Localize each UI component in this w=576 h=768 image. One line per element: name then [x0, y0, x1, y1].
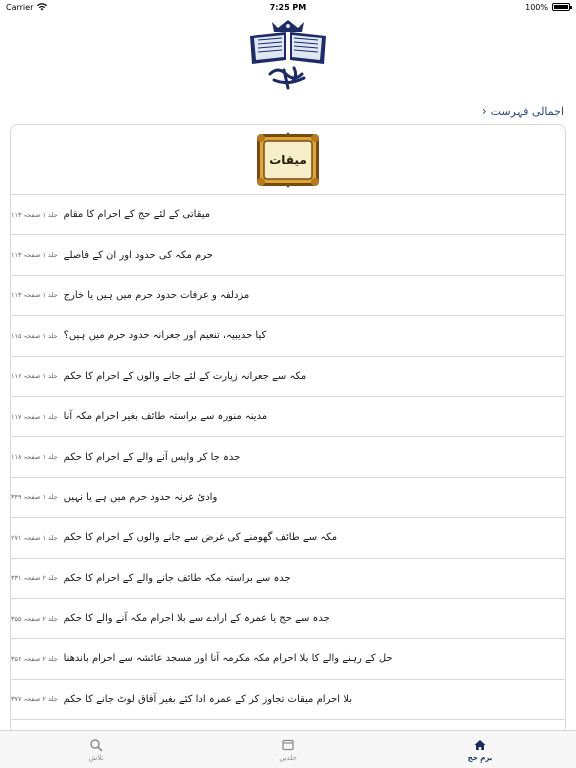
list-item[interactable]: جدہ جا کر واپس آنے والے کے احرام کا حکم ج…: [11, 437, 565, 478]
item-ref: جلد ۱ صفحہ ۱۱۳: [11, 210, 58, 219]
list-item[interactable]: مکہ سے طائف گھومنے کی غرض سے جانے والوں …: [11, 518, 565, 559]
breadcrumb[interactable]: اجمالی فہرست ‹: [482, 104, 564, 118]
content-card: میقات میقاتی کے لئے حج کے احرام کا مقام ج…: [10, 124, 566, 734]
tab-label: جلدیں: [279, 753, 297, 762]
item-ref: جلد ۱ صفحہ ۳۴۹: [11, 493, 58, 502]
carrier-label: Carrier: [6, 2, 34, 12]
home-icon: [474, 739, 486, 750]
item-ref: جلد ۲ صفحہ ۳۷۷: [11, 695, 58, 704]
app-logo: [250, 20, 326, 90]
battery-icon: [552, 3, 572, 11]
item-ref: جلد ۱ صفحہ ۱۱۵: [11, 331, 58, 340]
item-ref: جلد ۲ صفحہ ۳۳۱: [11, 574, 58, 583]
item-title: کیا حدیبیہ، تنعیم اور جعرانہ حدود حرم می…: [63, 330, 267, 342]
list-item[interactable]: وادیٔ عرنہ حدود حرم میں ہے یا نہیں جلد ۱ …: [11, 478, 565, 519]
item-title: مزدلفہ و عرفات حدود حرم میں ہیں یا خارج: [63, 289, 250, 301]
list-item[interactable]: بلا احرام میقات تجاوز کر کے عمرہ ادا کئے…: [11, 680, 565, 721]
status-left: Carrier: [6, 3, 206, 12]
chevron-left-icon: ‹: [481, 104, 487, 118]
item-ref: جلد ۲ صفحہ ۳۵۵: [11, 614, 58, 623]
item-title: جدہ سے حج یا عمرہ کے ارادے سے بلا احرام …: [63, 613, 330, 625]
clock: 7:25 PM: [269, 2, 307, 12]
item-ref: جلد ۱ صفحہ ۱۱۷: [11, 412, 58, 421]
list-item[interactable]: مزدلفہ و عرفات حدود حرم میں ہیں یا خارج ج…: [11, 276, 565, 317]
battery-percent: 100%: [525, 2, 548, 12]
list-item[interactable]: کیا حدیبیہ، تنعیم اور جعرانہ حدود حرم می…: [11, 316, 565, 357]
tab-volumes[interactable]: جلدیں: [192, 731, 384, 768]
list-item[interactable]: جدہ سے براستہ مکہ طائف جانے والے کے احرا…: [11, 559, 565, 599]
item-ref: جلد ۱ صفحہ ۱۱۳: [11, 251, 58, 260]
search-icon: [90, 738, 103, 751]
list-item[interactable]: مدینہ منورہ سے براستہ طائف بغیر احرام مک…: [11, 397, 565, 438]
breadcrumb-label[interactable]: اجمالی فہرست: [491, 105, 564, 118]
list-item[interactable]: مکہ سے جعرانہ زیارت کے لئے جانے والوں کے…: [11, 357, 565, 397]
item-title: جدہ سے براستہ مکہ طائف جانے والے کے احرا…: [63, 572, 291, 584]
status-bar: Carrier 7:25 PM 100%: [0, 0, 576, 14]
item-ref: جلد ۱ صفحہ ۱۱۶: [11, 372, 58, 381]
list-item[interactable]: میقاتی کے لئے حج کے احرام کا مقام جلد ۱ ص…: [11, 195, 565, 236]
item-ref: جلد ۲ صفحہ ۳۵۶: [11, 654, 58, 663]
item-title: جدہ جا کر واپس آنے والے کے احرام کا حکم: [63, 451, 241, 463]
item-title: وادیٔ عرنہ حدود حرم میں ہے یا نہیں: [63, 491, 218, 503]
item-title: مکہ سے جعرانہ زیارت کے لئے جانے والوں کے…: [63, 370, 307, 382]
item-title: مکہ سے طائف گھومنے کی غرض سے جانے والوں …: [63, 532, 338, 544]
item-ref: جلد ۱ صفحہ ۱۱۳: [11, 291, 58, 300]
section-header: میقات: [11, 125, 565, 195]
item-ref: جلد ۱ صفحہ ۲۷۱: [11, 533, 58, 542]
section-title: میقات: [269, 152, 307, 167]
item-ref: جلد ۱ صفحہ ۱۱۸: [11, 453, 58, 462]
wifi-icon: [37, 3, 48, 11]
status-right: 100%: [370, 2, 572, 12]
topic-list: میقاتی کے لئے حج کے احرام کا مقام جلد ۱ ص…: [11, 195, 565, 721]
item-title: بلا احرام میقات تجاوز کر کے عمرہ ادا کئے…: [63, 693, 352, 705]
tab-home[interactable]: بزمِ حج: [384, 731, 576, 768]
list-item[interactable]: حرم مکہ کی حدود اور ان کے فاصلے جلد ۱ صفح…: [11, 235, 565, 276]
book-icon: [282, 739, 294, 750]
item-title: مدینہ منورہ سے براستہ طائف بغیر احرام مک…: [63, 411, 268, 423]
tab-search[interactable]: تلاش: [0, 731, 192, 768]
item-title: حرم مکہ کی حدود اور ان کے فاصلے: [63, 249, 213, 261]
battery-level: [554, 5, 568, 9]
item-title: میقاتی کے لئے حج کے احرام کا مقام: [63, 209, 211, 221]
list-item[interactable]: جدہ سے حج یا عمرہ کے ارادے سے بلا احرام …: [11, 599, 565, 640]
tab-label: بزمِ حج: [467, 753, 493, 762]
section-plaque: میقات: [255, 131, 321, 188]
item-title: حل کے رہنے والے کا بلا احرام مکہ مکرمہ آ…: [63, 653, 393, 665]
tab-label: تلاش: [88, 753, 104, 762]
tab-bar: تلاش جلدیں بزمِ حج: [0, 730, 576, 768]
list-item[interactable]: حل کے رہنے والے کا بلا احرام مکہ مکرمہ آ…: [11, 639, 565, 680]
